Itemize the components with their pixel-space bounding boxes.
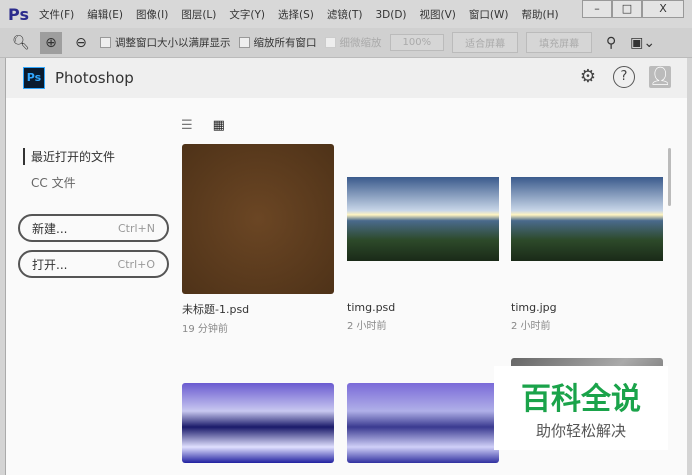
menu-type[interactable]: 文字(Y)	[229, 9, 265, 21]
menu-layer[interactable]: 图层(L)	[181, 9, 216, 21]
scrollbar[interactable]	[668, 148, 671, 206]
watermark-title: 百科全说	[521, 382, 641, 417]
grid-view-icon[interactable]: ▦	[213, 118, 225, 133]
scrubby-zoom-label: 细微缩放	[339, 37, 382, 49]
gear-icon[interactable]: ⚙	[577, 66, 599, 88]
sidebar-item-recent[interactable]: 最近打开的文件	[23, 148, 115, 165]
maximize-button[interactable]: □	[612, 0, 642, 18]
menu-filter[interactable]: 滤镜(T)	[327, 9, 363, 21]
zoom-all-checkbox[interactable]: 缩放所有窗口	[238, 35, 317, 50]
menu-edit[interactable]: 编辑(E)	[87, 9, 123, 21]
home-header: Ps Photoshop ⚙ ? 👤︎	[6, 58, 687, 98]
ps-logo: Ps	[8, 4, 29, 24]
zoom-in-icon[interactable]: ⊕	[40, 31, 62, 54]
file-card[interactable]: 未标题-1.psd 19 分钟前	[182, 144, 334, 335]
workspace-icon[interactable]: ▣⌄	[630, 32, 655, 54]
new-shortcut: Ctrl+N	[117, 221, 155, 235]
zoom-tool-icon[interactable]: 🔍︎⌄	[10, 32, 32, 73]
zoom-all-label: 缩放所有窗口	[253, 37, 317, 49]
menu-help[interactable]: 帮助(H)	[521, 9, 558, 21]
file-thumbnail	[347, 383, 499, 463]
list-view-icon[interactable]: ☰	[181, 118, 193, 133]
scrubby-zoom-checkbox[interactable]: 细微缩放	[324, 35, 382, 50]
zoom-100-button[interactable]: 100%	[389, 34, 445, 51]
fill-screen-button[interactable]: 填充屏幕	[526, 32, 593, 53]
menu-file[interactable]: 文件(F)	[39, 9, 74, 21]
menu-window[interactable]: 窗口(W)	[469, 9, 509, 21]
file-card[interactable]: timg.jpg 2 小时前	[511, 144, 663, 332]
title-bar: Ps 文件(F) 编辑(E) 图像(I) 图层(L) 文字(Y) 选择(S) 滤镜(T) 3D…	[0, 0, 692, 28]
menu-image[interactable]: 图像(I)	[136, 9, 168, 21]
file-name: timg.jpg	[511, 301, 557, 314]
new-label: 新建...	[32, 221, 68, 236]
search-icon[interactable]: ⚲	[600, 32, 622, 54]
menu-select[interactable]: 选择(S)	[278, 9, 314, 21]
file-time: 19 分钟前	[182, 324, 228, 335]
file-name: timg.psd	[347, 301, 396, 314]
close-button[interactable]: X	[642, 0, 684, 18]
file-thumbnail	[347, 144, 499, 294]
file-time: 2 小时前	[511, 321, 551, 332]
watermark-subtitle: 助你轻松解决	[535, 422, 626, 440]
file-name: 未标题-1.psd	[182, 303, 250, 316]
file-card[interactable]	[182, 383, 334, 463]
new-button[interactable]: 新建... Ctrl+N	[18, 214, 169, 242]
open-label: 打开...	[32, 257, 68, 272]
help-icon[interactable]: ?	[613, 66, 635, 88]
sidebar-item-cc-files[interactable]: CC 文件	[31, 174, 76, 191]
options-bar: 🔍︎⌄ ⊕ ⊖ 调整窗口大小以满屏显示 缩放所有窗口 细微缩放 100% 适合屏…	[0, 28, 692, 73]
zoom-out-icon[interactable]: ⊖	[70, 32, 92, 54]
menu-view[interactable]: 视图(V)	[420, 9, 456, 21]
fit-screen-button[interactable]: 适合屏幕	[452, 32, 519, 53]
resize-windows-label: 调整窗口大小以满屏显示	[115, 37, 231, 49]
file-thumbnail	[182, 144, 334, 294]
file-thumbnail	[511, 144, 663, 294]
watermark: 百科全说 助你轻松解决	[494, 366, 668, 450]
file-card[interactable]: timg.psd 2 小时前	[347, 144, 499, 332]
file-card[interactable]	[347, 383, 499, 463]
menu-3d[interactable]: 3D(D)	[375, 9, 406, 21]
open-button[interactable]: 打开... Ctrl+O	[18, 250, 169, 278]
file-thumbnail	[182, 383, 334, 463]
minimize-button[interactable]: –	[582, 0, 612, 18]
resize-windows-checkbox[interactable]: 调整窗口大小以满屏显示	[100, 35, 231, 50]
open-shortcut: Ctrl+O	[117, 257, 155, 271]
menu-bar: 文件(F) 编辑(E) 图像(I) 图层(L) 文字(Y) 选择(S) 滤镜(T) 3D(D)…	[39, 7, 572, 22]
avatar[interactable]: 👤︎	[649, 66, 672, 88]
app-title: Photoshop	[55, 69, 134, 87]
file-time: 2 小时前	[347, 321, 387, 332]
ps-app-icon: Ps	[23, 67, 45, 89]
